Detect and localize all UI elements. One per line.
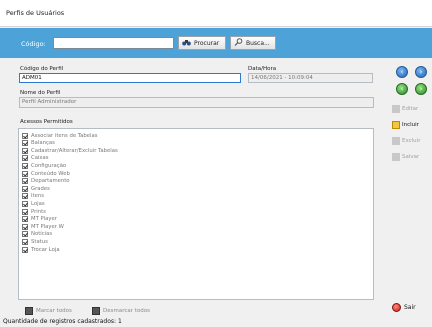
list-item[interactable]: Configuração (22, 162, 66, 169)
busca-label: Busca... (246, 39, 270, 47)
excluir-button[interactable]: Excluir (392, 134, 430, 147)
list-item[interactable]: Associar itens de Tabelas (22, 132, 98, 139)
list-item[interactable]: Departamento (22, 178, 70, 185)
incluir-button[interactable]: Incluir (392, 118, 430, 131)
list-item[interactable]: Prints (22, 208, 46, 215)
add-document-icon (392, 120, 400, 129)
desmarcar-todos-button[interactable]: Desmarcar todos (92, 305, 150, 316)
nav-first-button[interactable]: ‹ (396, 83, 408, 95)
list-item[interactable]: Caixas (22, 155, 49, 162)
checkbox-checked[interactable] (22, 246, 28, 253)
uncheck-all-icon (92, 306, 100, 315)
list-item[interactable]: Grades (22, 185, 50, 192)
arrow-left-icon: ‹ (400, 67, 404, 76)
check-all-icon (25, 306, 33, 315)
checkbox-checked[interactable] (22, 200, 28, 207)
nav-previous-button[interactable]: ‹ (396, 66, 408, 78)
list-item[interactable]: Itens (22, 193, 44, 200)
sair-button[interactable]: Sair (392, 301, 427, 314)
datahora-field: 14/06/2021 - 10:09:04 (248, 73, 373, 83)
editar-button[interactable]: Editar (392, 102, 430, 115)
edit-icon (392, 104, 400, 113)
checkbox-checked[interactable] (22, 132, 28, 139)
search-magnifier-icon (234, 38, 243, 48)
checkbox-checked[interactable] (22, 147, 28, 154)
checkbox-checked[interactable] (22, 231, 28, 238)
arrow-down-icon: › (419, 84, 423, 93)
list-item[interactable]: Balanças (22, 140, 55, 147)
window-title: Perfis de Usuários (6, 9, 65, 17)
busca-button[interactable]: Busca... (230, 36, 276, 50)
nome-perfil-field[interactable]: Perfil Administrador (19, 97, 374, 108)
datahora-label: Data/Hora (248, 66, 277, 72)
nome-perfil-label: Nome do Perfil (20, 90, 61, 96)
checkbox-checked[interactable] (22, 185, 28, 192)
list-item[interactable]: Conteúdo Web (22, 170, 70, 177)
list-item[interactable]: Cadastrar/Alterar/Excluir Tabelas (22, 147, 118, 154)
codigo-perfil-field[interactable]: ADM01 (19, 73, 241, 83)
checkbox-checked[interactable] (22, 216, 28, 223)
status-text: Quantidade de registros cadastrados: 1 (3, 318, 122, 325)
checkbox-checked[interactable] (22, 193, 28, 200)
exit-icon (392, 303, 401, 312)
checkbox-checked[interactable] (22, 208, 28, 215)
list-item[interactable]: Status (22, 238, 48, 245)
salvar-button[interactable]: Salvar (392, 150, 430, 163)
list-item[interactable]: Trocar Loja (22, 246, 60, 253)
list-item[interactable]: Notícias (22, 231, 52, 238)
binoculars-icon (182, 39, 191, 48)
search-code-input[interactable] (53, 37, 174, 49)
checkbox-checked[interactable] (22, 238, 28, 245)
delete-icon (392, 136, 400, 145)
nav-last-button[interactable]: › (415, 83, 427, 95)
list-item[interactable]: MT Player W (22, 223, 64, 230)
checkbox-checked[interactable] (22, 170, 28, 177)
procurar-button[interactable]: Procurar (178, 36, 226, 50)
title-bar: Perfis de Usuários (0, 0, 432, 27)
list-item[interactable]: MT Player (22, 216, 57, 223)
checkbox-checked[interactable] (22, 155, 28, 162)
checkbox-checked[interactable] (22, 162, 28, 169)
acessos-label: Acessos Permitidos (20, 119, 73, 125)
acessos-list[interactable]: Associar itens de Tabelas Balanças Cadas… (18, 128, 374, 300)
arrow-up-icon: ‹ (400, 84, 404, 93)
save-icon (392, 152, 400, 161)
search-code-label: Código: (21, 40, 46, 48)
list-item[interactable]: Lojas (22, 200, 45, 207)
window: Perfis de Usuários Código: Procurar Busc… (0, 0, 432, 327)
codigo-perfil-label: Código do Perfil (20, 66, 64, 72)
procurar-label: Procurar (194, 39, 220, 47)
checkbox-checked[interactable] (22, 140, 28, 147)
checkbox-checked[interactable] (22, 178, 28, 185)
checkbox-checked[interactable] (22, 223, 28, 230)
arrow-right-icon: › (419, 67, 423, 76)
marcar-todos-button[interactable]: Marcar todos (25, 305, 72, 316)
nav-next-button[interactable]: › (415, 66, 427, 78)
